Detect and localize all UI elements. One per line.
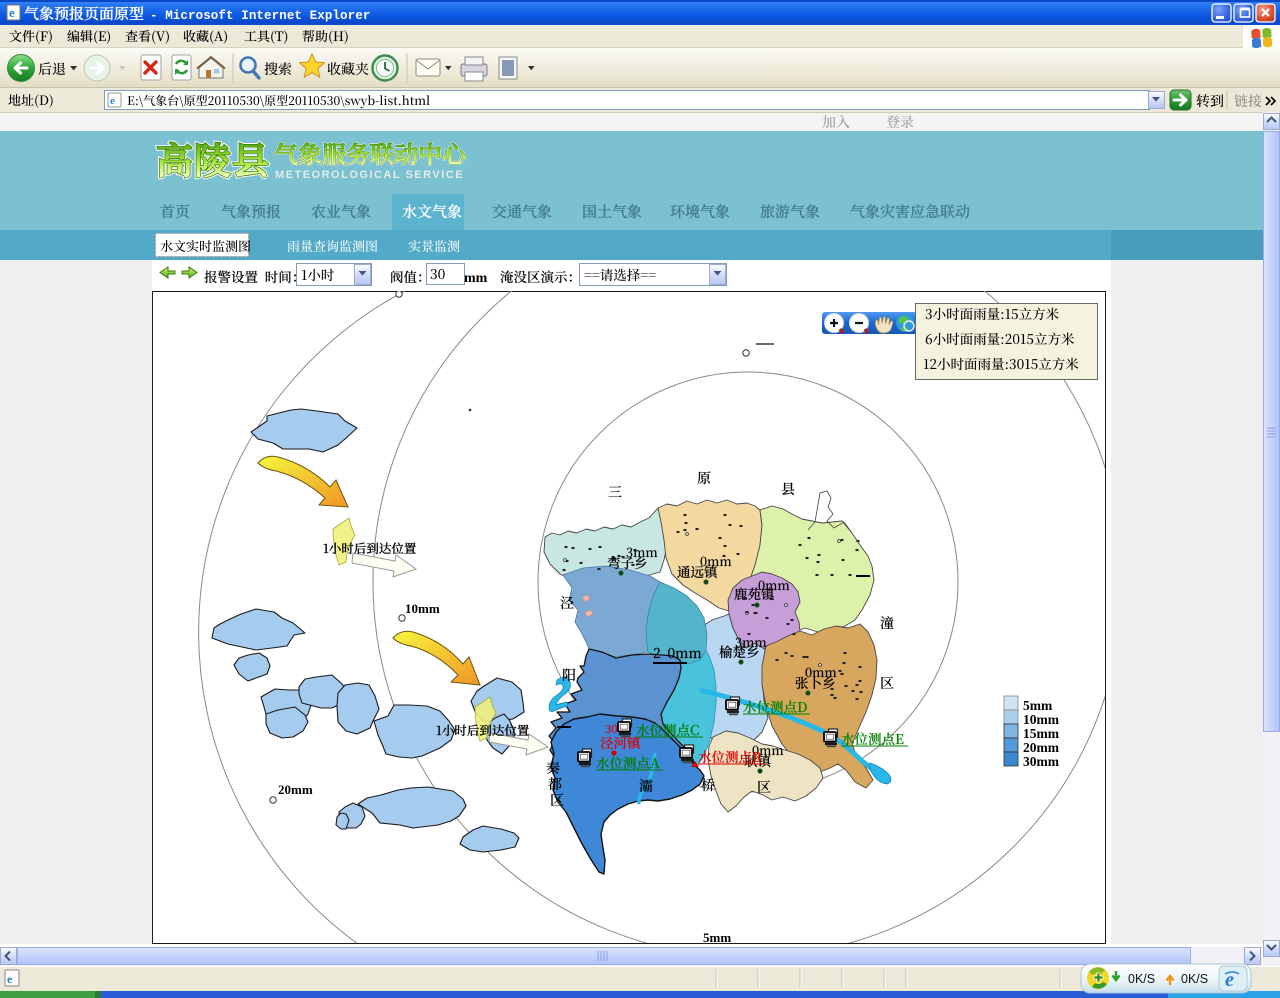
svg-text:20mm: 20mm bbox=[1023, 740, 1060, 755]
svg-text:mm: mm bbox=[464, 271, 488, 286]
svg-text:0K/S: 0K/S bbox=[1128, 972, 1155, 986]
svg-text:5mm: 5mm bbox=[1023, 698, 1053, 713]
svg-text:30mm: 30mm bbox=[1023, 754, 1060, 769]
svg-text:15mm: 15mm bbox=[1023, 726, 1060, 741]
svg-text:10mm: 10mm bbox=[1023, 712, 1060, 727]
svg-text:e: e bbox=[9, 5, 15, 20]
svg-text:0K/S: 0K/S bbox=[1181, 972, 1208, 986]
svg-text:20mm: 20mm bbox=[278, 782, 313, 797]
svg-text:10mm: 10mm bbox=[405, 601, 440, 616]
svg-text:METEOROLOGICAL SERVICE: METEOROLOGICAL SERVICE bbox=[275, 169, 464, 181]
svg-text:e: e bbox=[110, 95, 115, 107]
svg-text:e: e bbox=[7, 972, 13, 986]
svg-text:5mm: 5mm bbox=[703, 930, 731, 945]
svg-text:- Microsoft Internet Explorer: - Microsoft Internet Explorer bbox=[150, 9, 370, 23]
